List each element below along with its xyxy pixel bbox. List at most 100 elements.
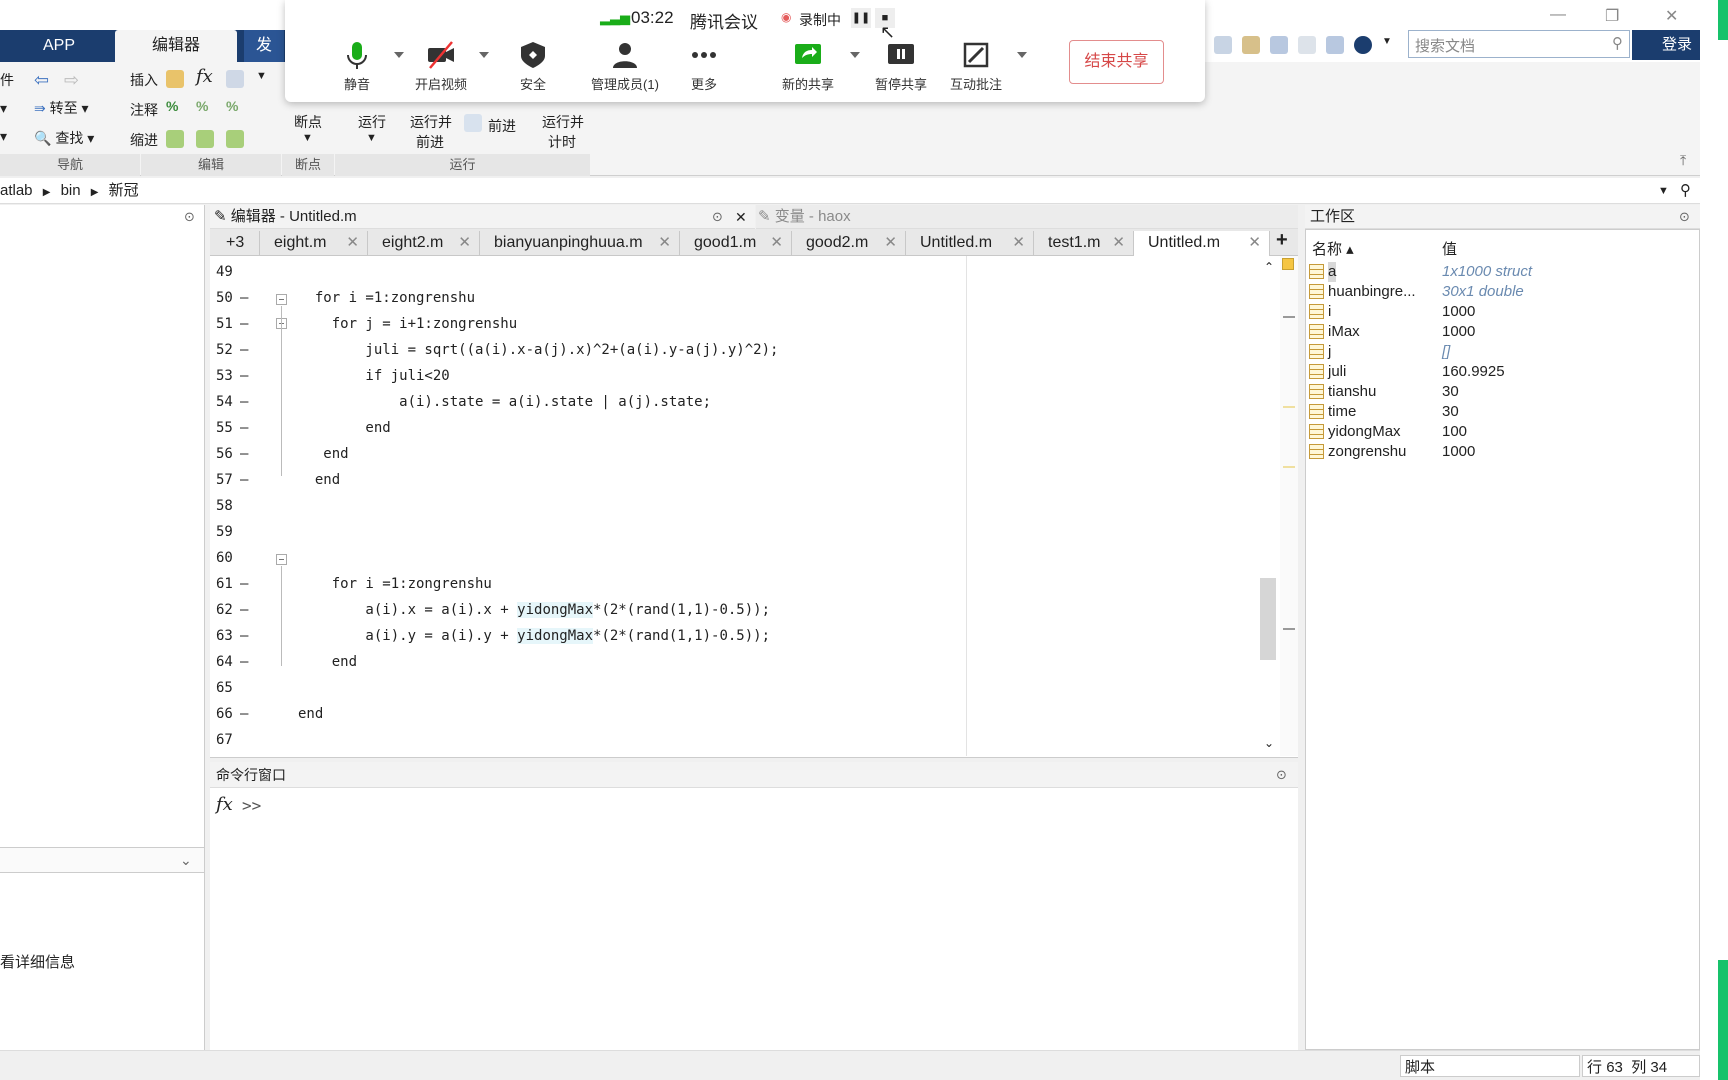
file-tab-active[interactable]: Untitled.m ✕ [1134,231,1270,256]
scroll-thumb[interactable] [1260,578,1276,660]
current-folder-bar[interactable]: atlab ▶ bin ▶ 新冠 ▼ ⚲ [0,178,1700,204]
workspace-variable-row[interactable]: tianshu 30 [1306,382,1696,402]
command-window[interactable]: fx >> [210,788,1298,1050]
line-number[interactable]: 60 [210,550,270,566]
panel-menu-icon[interactable]: ⊙ [712,205,723,229]
chevron-up-icon[interactable]: ⌃ [1264,260,1274,274]
add-tab-icon[interactable]: + [1276,229,1288,252]
more-tabs-button[interactable]: +3 [210,231,260,256]
copy-icon[interactable] [1214,36,1232,54]
more-button[interactable]: 更多 [664,40,744,93]
close-icon[interactable]: ✕ [658,231,671,255]
line-number[interactable]: 59 [210,524,270,540]
chevron-down-icon[interactable] [1017,52,1027,58]
forward-icon[interactable]: ⇨ [64,70,79,91]
close-icon[interactable]: ✕ [1112,231,1125,255]
panel-menu-icon[interactable]: ⊙ [184,209,195,225]
code-editor[interactable]: 49 50— for i =1:zongrenshu 51— for j = i+1… [210,256,1298,758]
chevron-down-icon[interactable]: ▾ [0,128,7,145]
file-tab[interactable]: eight2.m ✕ [368,231,480,256]
restore-icon[interactable]: ❐ [1605,6,1619,26]
manage-members-button[interactable]: 管理成员(1) [575,40,675,93]
chevron-down-icon[interactable]: ▼ [1658,178,1669,204]
workspace-variable-row[interactable]: zongrenshu 1000 [1306,442,1696,462]
line-number[interactable]: 67 [210,732,270,748]
breakpoint-dash[interactable]: — [240,394,248,410]
file-tab[interactable]: bianyuanpinghuua.m ✕ [480,231,680,256]
vertical-scrollbar[interactable]: ⌃ ⌄ [1258,256,1280,756]
run-button[interactable]: 运行 [358,112,386,132]
line-number[interactable]: 65 [210,680,270,696]
chevron-down-icon[interactable]: ▼ [366,132,377,144]
run-time-button[interactable]: 运行并 计时 [542,112,584,152]
file-tab[interactable]: good1.m ✕ [680,231,792,256]
variables-title-bar[interactable]: ✎ 变量 - haox [756,205,1298,229]
breakpoint-dash[interactable]: — [240,602,248,618]
paste-icon[interactable] [1242,36,1260,54]
column-header-name[interactable]: 名称 ▴ [1312,238,1354,259]
code-line[interactable]: juli = sqrt((a(i).x-a(j).x)^2+(a(i).y-a(… [298,342,778,358]
breakpoint-dash[interactable]: — [240,420,248,436]
search-documentation-input[interactable]: 搜索文档 ⚲ [1408,30,1630,58]
search-icon[interactable]: ⚲ [1612,34,1623,52]
increase-indent-icon[interactable] [196,130,214,148]
chevron-down-icon[interactable]: ▼ [302,132,313,144]
workspace-variable-row[interactable]: a 1x1000 struct [1306,262,1696,282]
breakpoint-dash[interactable]: — [240,576,248,592]
breakpoint-dash[interactable]: — [240,706,248,722]
panel-menu-icon[interactable]: ⊙ [1276,762,1287,788]
file-tab[interactable]: eight.m ✕ [260,231,368,256]
run-advance-button[interactable]: 运行并 前进 [410,112,452,152]
chevron-down-icon[interactable]: ▾ [0,100,7,117]
file-label[interactable]: 件 [0,70,14,90]
chevron-down-icon[interactable] [479,52,489,58]
video-button[interactable]: 开启视频 [401,40,481,93]
end-share-button[interactable]: 结束共享 [1069,40,1164,84]
breakpoint-dash[interactable]: — [240,654,248,670]
path-segment[interactable]: 新冠 [109,182,139,199]
insert-function-icon[interactable]: fx [196,66,213,87]
chevron-down-icon[interactable] [850,52,860,58]
new-share-button[interactable]: 新的共享 [768,40,848,93]
redo-icon[interactable] [1298,36,1316,54]
goto-button[interactable]: ⇛ 转至 ▾ [34,98,89,118]
code-line[interactable]: end [298,654,357,670]
code-line[interactable]: a(i).y = a(i).y + yidongMax*(2*(rand(1,1… [298,628,770,644]
code-line[interactable]: end [298,420,390,436]
line-number[interactable]: 49 [210,264,270,280]
breakpoint-dash[interactable]: — [240,342,248,358]
code-line[interactable]: a(i).state = a(i).state | a(j).state; [298,394,711,410]
smart-indent-icon[interactable] [166,130,184,148]
warning-indicator-icon[interactable] [1282,258,1294,270]
tab-publish[interactable]: 发 [244,30,284,62]
close-icon[interactable]: ✕ [458,231,471,255]
code-line[interactable]: end [298,472,340,488]
code-line[interactable]: a(i).x = a(i).x + yidongMax*(2*(rand(1,1… [298,602,770,618]
close-icon[interactable]: ✕ [884,231,897,255]
file-tab[interactable]: test1.m ✕ [1034,231,1134,256]
column-header-value[interactable]: 值 [1442,238,1457,259]
breakpoint-dash[interactable]: — [240,472,248,488]
code-line[interactable]: for j = i+1:zongrenshu [298,316,517,332]
security-button[interactable]: 安全 [493,40,573,93]
help-icon[interactable] [1354,36,1372,54]
file-tab[interactable]: good2.m ✕ [792,231,906,256]
uncomment-icon[interactable]: % [196,98,208,114]
path-segment[interactable]: bin [61,182,81,199]
find-button[interactable]: 🔍 查找 ▾ [34,128,94,148]
chevron-down-icon[interactable]: ▼ [256,70,267,82]
comment-icon[interactable]: % [166,98,178,114]
panel-menu-icon[interactable]: ⊙ [1679,205,1690,229]
workspace-variable-row[interactable]: iMax 1000 [1306,322,1696,342]
workspace-variable-row[interactable]: juli 160.9925 [1306,362,1696,382]
close-icon[interactable]: ✕ [346,231,359,255]
path-segment[interactable]: atlab [0,182,33,199]
insert-section-icon[interactable] [166,70,184,88]
fold-icon[interactable] [276,554,287,565]
tab-app[interactable]: APP [18,30,100,62]
close-icon[interactable]: ✕ [1665,6,1678,26]
function-browser-icon[interactable]: fx [216,794,233,815]
workspace-variable-row[interactable]: huanbingre... 30x1 double [1306,282,1696,302]
breakpoint-dash[interactable]: — [240,316,248,332]
code-line[interactable]: for i =1:zongrenshu [298,576,492,592]
